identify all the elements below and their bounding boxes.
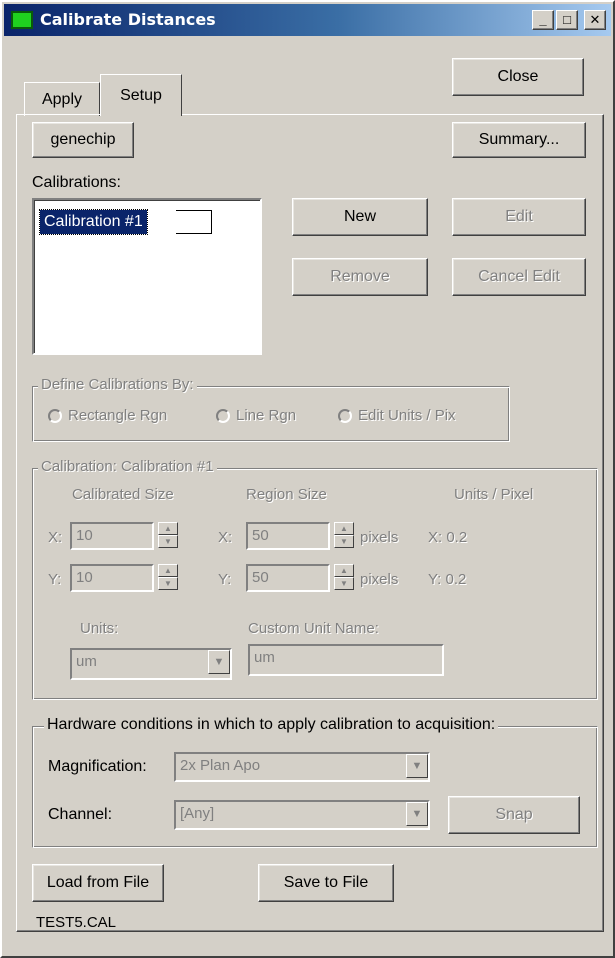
custom-unit-label: Custom Unit Name: — [248, 620, 379, 637]
magnification-label: Magnification: — [48, 758, 147, 775]
spin-up-icon[interactable]: ▲ — [158, 564, 178, 577]
radio-edit-units[interactable]: Edit Units / Pix — [338, 407, 456, 424]
channel-value: [Any] — [180, 805, 215, 822]
upp-x-value: X: 0.2 — [428, 529, 468, 546]
radio-circle-icon — [338, 408, 352, 423]
calibrated-y-field[interactable]: 10 — [70, 564, 154, 592]
calibrations-list[interactable]: Calibration #1 — [32, 198, 262, 355]
snap-button[interactable]: Snap — [448, 796, 580, 834]
dropdown-arrow-icon[interactable]: ▼ — [208, 650, 230, 674]
rename-edit-box[interactable] — [176, 210, 212, 234]
channel-dropdown[interactable]: [Any] ▼ — [174, 800, 430, 830]
close-window-button[interactable]: ✕ — [584, 10, 606, 30]
spin-down-icon[interactable]: ▼ — [334, 535, 354, 548]
tab-setup-label: Setup — [120, 86, 162, 104]
calibrated-y-spinner[interactable]: ▲ ▼ — [158, 564, 178, 592]
summary-button[interactable]: Summary... — [452, 122, 586, 158]
file-name-label: TEST5.CAL — [36, 914, 117, 931]
spin-up-icon[interactable]: ▲ — [158, 522, 178, 535]
list-item[interactable]: Calibration #1 — [39, 209, 148, 235]
window-title: Calibrate Distances — [40, 10, 216, 29]
magnification-value: 2x Plan Apo — [180, 757, 261, 774]
define-calibrations-title: Define Calibrations By: — [38, 376, 197, 393]
pixels-y-label: pixels — [360, 571, 399, 588]
radio-line-rgn[interactable]: Line Rgn — [216, 407, 296, 424]
units-label: Units: — [80, 620, 119, 637]
spin-up-icon[interactable]: ▲ — [334, 522, 354, 535]
remove-button[interactable]: Remove — [292, 258, 428, 296]
spin-down-icon[interactable]: ▼ — [158, 535, 178, 548]
tab-setup[interactable]: Setup — [100, 74, 182, 116]
calibrations-label: Calibrations: — [32, 174, 121, 191]
app-icon — [11, 11, 33, 29]
radio-rectangle-rgn[interactable]: Rectangle Rgn — [48, 407, 167, 424]
genechip-button[interactable]: genechip — [32, 122, 134, 158]
region-y-spinner[interactable]: ▲ ▼ — [334, 564, 354, 592]
radio-edit-units-label: Edit Units / Pix — [358, 407, 456, 424]
calibrated-x-spinner[interactable]: ▲ ▼ — [158, 522, 178, 550]
load-from-file-button[interactable]: Load from File — [32, 864, 164, 902]
tab-apply[interactable]: Apply — [24, 82, 100, 116]
close-button[interactable]: Close — [452, 58, 584, 96]
region-size-label: Region Size — [246, 486, 327, 503]
cal-x-label: X: — [48, 529, 63, 546]
calibrated-x-field[interactable]: 10 — [70, 522, 154, 550]
dropdown-arrow-icon[interactable]: ▼ — [406, 754, 428, 778]
region-x-label: X: — [218, 529, 233, 546]
dropdown-arrow-icon[interactable]: ▼ — [406, 802, 428, 826]
calibrated-size-label: Calibrated Size — [72, 486, 174, 503]
cancel-edit-button[interactable]: Cancel Edit — [452, 258, 586, 296]
magnification-dropdown[interactable]: 2x Plan Apo ▼ — [174, 752, 430, 782]
radio-line-label: Line Rgn — [236, 407, 297, 424]
spin-up-icon[interactable]: ▲ — [334, 564, 354, 577]
spin-down-icon[interactable]: ▼ — [334, 577, 354, 590]
save-to-file-button[interactable]: Save to File — [258, 864, 394, 902]
channel-label: Channel: — [48, 806, 113, 823]
units-value: um — [76, 653, 97, 670]
region-x-field[interactable]: 50 — [246, 522, 330, 550]
custom-unit-field[interactable]: um — [248, 644, 444, 676]
units-dropdown[interactable]: um ▼ — [70, 648, 232, 680]
spin-down-icon[interactable]: ▼ — [158, 577, 178, 590]
cal-y-label: Y: — [48, 571, 62, 588]
minimize-button[interactable]: _ — [532, 10, 554, 30]
new-button[interactable]: New — [292, 198, 428, 236]
maximize-button[interactable]: □ — [556, 10, 578, 30]
units-per-pixel-label: Units / Pixel — [454, 486, 534, 503]
calibration-group-title: Calibration: Calibration #1 — [38, 458, 217, 475]
tab-apply-label: Apply — [41, 90, 83, 108]
region-y-label: Y: — [218, 571, 232, 588]
calibrate-distances-window: Calibrate Distances _ □ ✕ Apply Setup Cl… — [0, 0, 615, 958]
region-x-spinner[interactable]: ▲ ▼ — [334, 522, 354, 550]
hardware-group-title: Hardware conditions in which to apply ca… — [44, 716, 499, 734]
title-bar[interactable]: Calibrate Distances _ □ ✕ — [4, 4, 611, 36]
edit-button[interactable]: Edit — [452, 198, 586, 236]
radio-circle-icon — [216, 408, 230, 423]
pixels-x-label: pixels — [360, 529, 399, 546]
radio-rectangle-label: Rectangle Rgn — [68, 407, 168, 424]
upp-y-value: Y: 0.2 — [428, 571, 467, 588]
region-y-field[interactable]: 50 — [246, 564, 330, 592]
radio-circle-icon — [48, 408, 62, 423]
